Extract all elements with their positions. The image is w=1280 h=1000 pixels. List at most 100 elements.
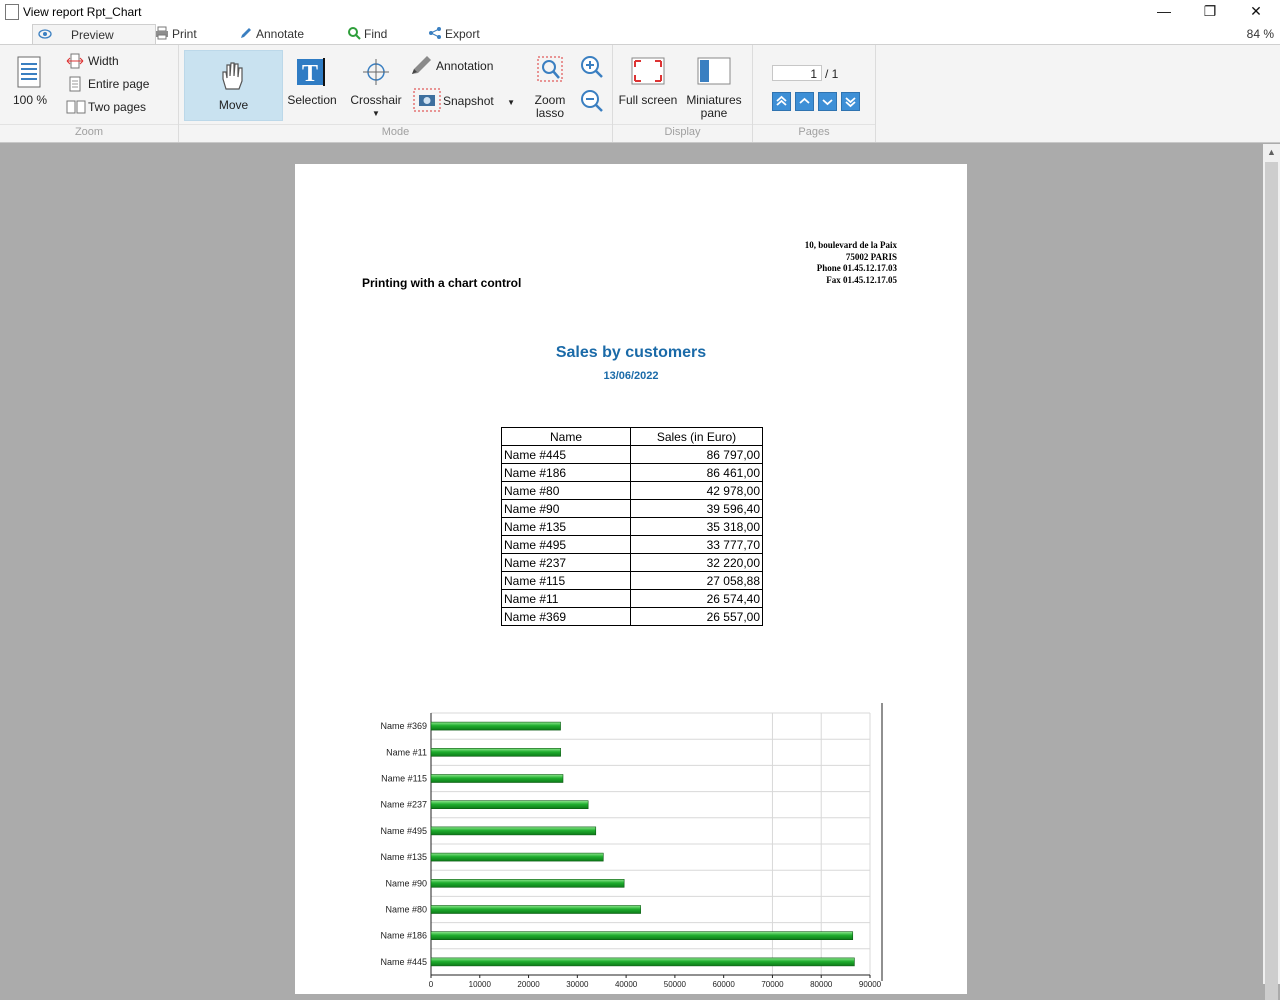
title-bar: View report Rpt_Chart — ❐ ✕ <box>0 0 1280 24</box>
snapshot-label: Snapshot <box>443 94 494 108</box>
two-pages-button[interactable]: Two pages <box>64 98 146 116</box>
page-zoom-icon <box>17 56 41 88</box>
customer-name: Name #115 <box>501 571 631 590</box>
zoom-lasso-button[interactable]: Zoom lasso <box>528 55 572 121</box>
entire-page-button[interactable]: Entire page <box>64 75 149 93</box>
tab-print[interactable]: Print <box>150 24 197 44</box>
width-button[interactable]: Width <box>64 52 119 70</box>
customer-name: Name #135 <box>501 517 631 536</box>
tab-export[interactable]: Export <box>423 24 480 44</box>
tab-preview[interactable]: Preview <box>32 24 156 45</box>
bar <box>430 774 564 783</box>
x-tick-label: 90000 <box>859 980 882 989</box>
zoom-lasso-icon <box>537 56 563 82</box>
crosshair-button[interactable]: Crosshair ▼ <box>345 57 407 119</box>
column-header-sales: Sales (in Euro) <box>630 427 763 446</box>
category-label: Name #237 <box>380 800 427 810</box>
bar <box>430 800 589 809</box>
sales-value: 27 058,88 <box>630 571 763 590</box>
customer-name: Name #11 <box>501 589 631 608</box>
customer-name: Name #445 <box>501 445 631 464</box>
share-icon <box>429 27 441 39</box>
annotation-label: Annotation <box>436 59 494 73</box>
width-label: Width <box>88 54 119 68</box>
category-label: Name #115 <box>381 774 427 784</box>
tab-label: Preview <box>71 28 114 42</box>
crosshair-dropdown-icon[interactable]: ▼ <box>345 107 407 120</box>
table-header-row: Name Sales (in Euro) <box>501 427 763 446</box>
customer-name: Name #237 <box>501 553 631 572</box>
first-page-button[interactable] <box>772 92 791 111</box>
mode-group-label: Mode <box>179 124 612 140</box>
sales-value: 39 596,40 <box>630 499 763 518</box>
selection-button[interactable]: T Selection <box>284 57 340 115</box>
bar <box>430 747 561 757</box>
miniatures-pane-icon <box>697 57 731 85</box>
restore-button[interactable]: ❐ <box>1187 0 1233 24</box>
tab-find[interactable]: Find <box>342 24 387 44</box>
two-pages-icon <box>66 100 86 114</box>
zoom-100-button[interactable]: 100 % <box>6 53 54 111</box>
snapshot-dropdown-icon[interactable]: ▼ <box>507 98 515 107</box>
zoom-out-button[interactable] <box>579 88 605 114</box>
last-page-button[interactable] <box>841 92 860 111</box>
tab-label: Print <box>172 27 197 41</box>
crosshair-icon <box>363 59 389 85</box>
move-label: Move <box>218 98 249 112</box>
report-page: 10, boulevard de la Paix 75002 PARIS Pho… <box>295 164 967 994</box>
sales-table: Name Sales (in Euro) Name #445 86 797,00 … <box>501 427 763 626</box>
tab-annotate[interactable]: Annotate <box>234 24 304 44</box>
customer-name: Name #80 <box>501 481 631 500</box>
pencil-icon <box>241 28 251 38</box>
table-row: Name #80 42 978,00 <box>501 481 763 500</box>
address-line: 10, boulevard de la Paix <box>804 240 897 250</box>
snapshot-button[interactable]: Snapshot ▼ <box>413 88 515 112</box>
category-label: Name #135 <box>380 852 427 862</box>
zoom-in-button[interactable] <box>579 54 605 80</box>
report-subtitle: Printing with a chart control <box>362 276 522 290</box>
bar <box>430 879 625 888</box>
move-button[interactable]: Move <box>184 50 283 121</box>
sales-value: 42 978,00 <box>630 481 763 500</box>
table-row: Name #369 26 557,00 <box>501 607 763 626</box>
x-tick-label: 0 <box>429 980 434 989</box>
customer-name: Name #186 <box>501 463 631 482</box>
pages-group-label: Pages <box>753 124 875 140</box>
zoom-group-label: Zoom <box>0 124 178 140</box>
next-page-button[interactable] <box>818 92 837 111</box>
chevron-up-icon <box>799 97 810 104</box>
zoom-in-icon <box>581 56 603 78</box>
annotation-button[interactable]: Annotation <box>410 56 494 75</box>
table-row: Name #90 39 596,40 <box>501 499 763 518</box>
selection-label: Selection <box>287 93 337 107</box>
bar <box>430 931 854 940</box>
page-number-input[interactable]: 1 <box>772 65 822 81</box>
hand-icon <box>222 62 243 90</box>
table-row: Name #115 27 058,88 <box>501 571 763 590</box>
table-row: Name #135 35 318,00 <box>501 517 763 536</box>
minimize-button[interactable]: — <box>1141 0 1187 24</box>
fit-width-icon <box>66 53 84 69</box>
text-selection-icon: T <box>297 58 325 87</box>
magnifier-icon <box>348 27 361 40</box>
vertical-scrollbar[interactable]: ▲ <box>1263 144 1280 1000</box>
close-button[interactable]: ✕ <box>1233 0 1279 24</box>
x-tick-label: 70000 <box>761 980 784 989</box>
customer-name: Name #90 <box>501 499 631 518</box>
tab-label: Export <box>445 27 480 41</box>
fax-line: Fax 01.45.12.17.05 <box>826 274 897 285</box>
miniatures-pane-button[interactable]: Miniatures pane <box>683 57 745 121</box>
camera-icon <box>413 88 441 112</box>
scrollbar-thumb[interactable] <box>1265 162 1278 1000</box>
category-label: Name #495 <box>380 826 427 836</box>
previous-page-button[interactable] <box>795 92 814 111</box>
scroll-up-icon[interactable]: ▲ <box>1263 144 1280 160</box>
full-screen-label: Full screen <box>618 93 678 107</box>
full-screen-button[interactable]: Full screen <box>616 57 680 119</box>
category-label: Name #186 <box>380 931 427 941</box>
window-title: View report Rpt_Chart <box>23 5 142 19</box>
display-group-label: Display <box>613 124 752 140</box>
table-row: Name #495 33 777,70 <box>501 535 763 554</box>
x-tick-label: 60000 <box>713 980 736 989</box>
zoom-100-label: 100 % <box>12 93 48 107</box>
